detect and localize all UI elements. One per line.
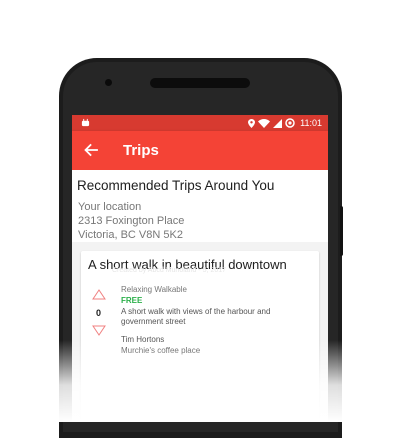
trips-list[interactable]: Recommended Trips Around You Your locati… bbox=[72, 170, 328, 422]
front-camera bbox=[105, 79, 112, 86]
downvote-triangle-icon[interactable] bbox=[92, 325, 106, 336]
stop-name: Tim Hortons bbox=[121, 335, 165, 344]
page-title: Trips bbox=[123, 142, 159, 159]
footer-credit: Created by Abcd Munoland - 5, 2017 bbox=[112, 267, 227, 274]
status-bar: 11:01 bbox=[72, 115, 328, 131]
status-icons: 11:01 bbox=[248, 117, 322, 129]
status-time: 11:01 bbox=[300, 118, 322, 128]
location-icon bbox=[248, 118, 256, 128]
address-line2: Victoria, BC V8N 5K2 bbox=[78, 229, 183, 241]
vote-count: 0 bbox=[96, 308, 102, 318]
address-line1: 2313 Foxington Place bbox=[78, 215, 185, 227]
trip-card[interactable]: A short walk in beautiful downtown 0 Rel… bbox=[81, 251, 319, 422]
location-header: Recommended Trips Around You Your locati… bbox=[72, 170, 328, 242]
location-label: Your location bbox=[78, 201, 142, 213]
trip-tags: Relaxing Walkable bbox=[121, 285, 187, 294]
recommended-heading: Recommended Trips Around You bbox=[77, 178, 275, 193]
sync-icon bbox=[285, 118, 295, 128]
trip-price: FREE bbox=[121, 296, 143, 305]
trip-description: A short walk with views of the harbour a… bbox=[121, 307, 271, 326]
app-bar: Trips bbox=[72, 131, 328, 170]
upvote-triangle-icon[interactable] bbox=[92, 289, 106, 300]
power-button bbox=[340, 206, 343, 256]
android-icon bbox=[81, 118, 90, 127]
stop-detail: Murchie's coffee place bbox=[121, 346, 201, 355]
wifi-icon bbox=[258, 118, 271, 128]
signal-icon bbox=[273, 118, 283, 128]
back-arrow-icon[interactable] bbox=[84, 143, 98, 157]
earpiece-speaker bbox=[150, 78, 250, 88]
